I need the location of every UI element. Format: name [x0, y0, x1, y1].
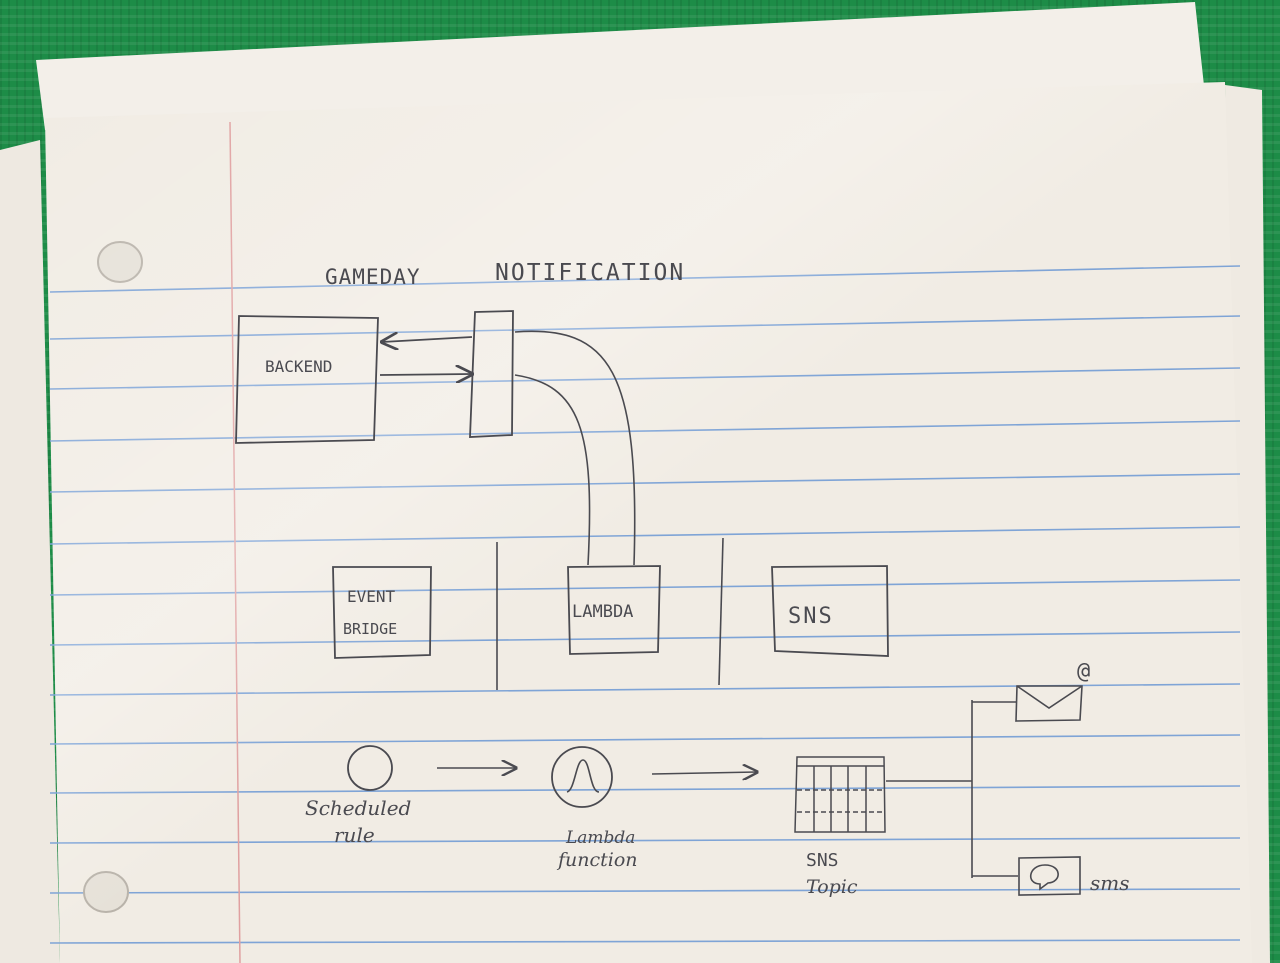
title-notification: NOTIFICATION: [495, 260, 685, 286]
sns-label: SNS: [788, 604, 834, 629]
sms-label: sms: [1090, 871, 1130, 895]
scheduled-rule-label-2: rule: [334, 823, 375, 847]
lambda-function-label-2: function: [556, 849, 638, 871]
title-gameday: GAMEDAY: [325, 265, 421, 289]
sns-topic-label-2: Topic: [806, 876, 858, 898]
backend-label: BACKEND: [265, 357, 332, 376]
event-bridge-label-2: BRIDGE: [343, 620, 397, 638]
arrow-to-gateway: [379, 374, 472, 375]
notebook-photo: GAMEDAY NOTIFICATION BACKEND EVENT BRIDG…: [0, 2, 1270, 963]
event-bridge-label-1: EVENT: [347, 587, 396, 606]
sns-topic-label-1: SNS: [806, 850, 839, 871]
email-at-symbol: @: [1077, 659, 1090, 684]
lambda-function-label-1: Lambda: [565, 828, 635, 848]
scheduled-rule-label-1: Scheduled: [305, 796, 411, 820]
lambda-label: LAMBDA: [572, 602, 633, 622]
